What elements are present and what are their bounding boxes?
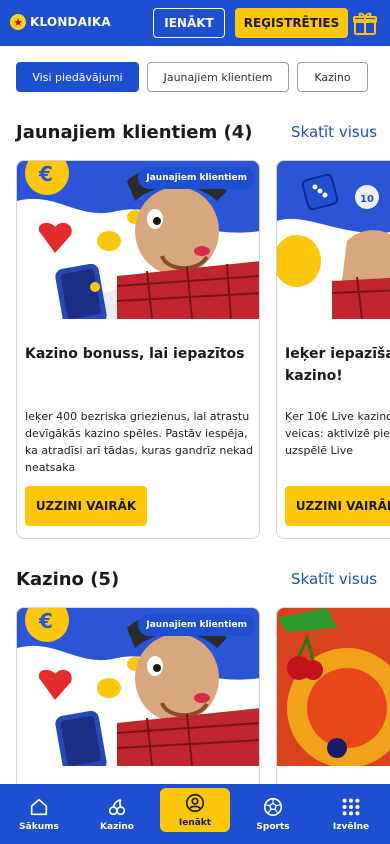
svg-text:€: € xyxy=(38,162,53,186)
promo-title: Ieķer iepazīšanās bonusu kazino! xyxy=(285,346,390,384)
see-all-link[interactable]: Skatīt visus xyxy=(291,570,377,588)
page: ★ KLONDAIKA IENĀKT REĢISTRĒTIES Visi pie… xyxy=(0,0,390,844)
logo-text: KLONDAIKA xyxy=(30,15,111,29)
svg-text:10: 10 xyxy=(360,194,374,205)
section-title-new-customers: Jaunajiem klientiem (4) xyxy=(16,122,253,143)
chip-new-customers[interactable]: Jaunajiem klientiem xyxy=(147,62,289,92)
promo-image: 10 xyxy=(277,161,390,319)
logo-badge-icon: ★ xyxy=(10,14,26,30)
nav-sports[interactable]: Sports xyxy=(238,784,308,844)
chip-all-offers[interactable]: Visi piedāvājumi xyxy=(16,62,139,92)
promo-image: € Jaunajiem klientiem xyxy=(17,161,259,319)
register-button[interactable]: REĢISTRĒTIES xyxy=(235,8,348,38)
login-button[interactable]: IENĀKT xyxy=(153,8,225,38)
grid-menu-icon xyxy=(342,798,360,816)
gift-icon[interactable] xyxy=(352,10,378,36)
nav-label: Sports xyxy=(256,822,290,832)
chip-casino[interactable]: Kazino xyxy=(297,62,368,92)
see-all-link[interactable]: Skatīt visus xyxy=(291,123,377,141)
promo-description: Ķer 10€ Live kazino, lai redzētu vai tev… xyxy=(285,410,390,457)
nav-login[interactable]: Ienākt xyxy=(160,788,230,832)
user-icon xyxy=(185,793,205,813)
nav-casino[interactable]: Kazino xyxy=(82,784,152,844)
promo-badge: Jaunajiem klientiem xyxy=(138,614,255,636)
nav-menu[interactable]: Izvēlne xyxy=(316,784,386,844)
home-icon xyxy=(30,798,48,816)
svg-text:€: € xyxy=(38,609,53,633)
section-title-casino: Kazino (5) xyxy=(16,569,120,590)
logo[interactable]: ★ KLONDAIKA xyxy=(10,14,111,30)
promo-title: Kazino bonuss, lai iepazītos xyxy=(25,346,245,362)
promo-badge: Jaunajiem klientiem xyxy=(138,167,255,189)
nav-label: Ienākt xyxy=(178,818,212,828)
nav-label: Kazino xyxy=(100,822,134,832)
cherries-icon xyxy=(108,798,126,816)
promo-image xyxy=(277,608,390,766)
soccer-ball-icon xyxy=(263,797,283,817)
bottom-navigation: Sākums Kazino Ienākt Sports Izvēlne xyxy=(0,784,390,844)
promo-card[interactable]: € Jaunajiem klientiem Kazino bonuss, lai… xyxy=(16,160,260,539)
promo-description: Ieķer 400 bezriska griezienus, lai atras… xyxy=(25,410,254,474)
learn-more-button[interactable]: UZZINI VAIRĀK xyxy=(285,486,390,526)
promo-image: € Jaunajiem klientiem xyxy=(17,608,259,766)
promo-card[interactable]: 10 Ieķer iepazīšanās bonusu kazino! Ķer … xyxy=(276,160,390,539)
top-header: ★ KLONDAIKA IENĀKT REĢISTRĒTIES xyxy=(0,0,390,46)
learn-more-button[interactable]: UZZINI VAIRĀK xyxy=(25,486,147,526)
nav-home[interactable]: Sākums xyxy=(4,784,74,844)
nav-label: Sākums xyxy=(19,822,59,832)
nav-label: Izvēlne xyxy=(332,822,370,832)
